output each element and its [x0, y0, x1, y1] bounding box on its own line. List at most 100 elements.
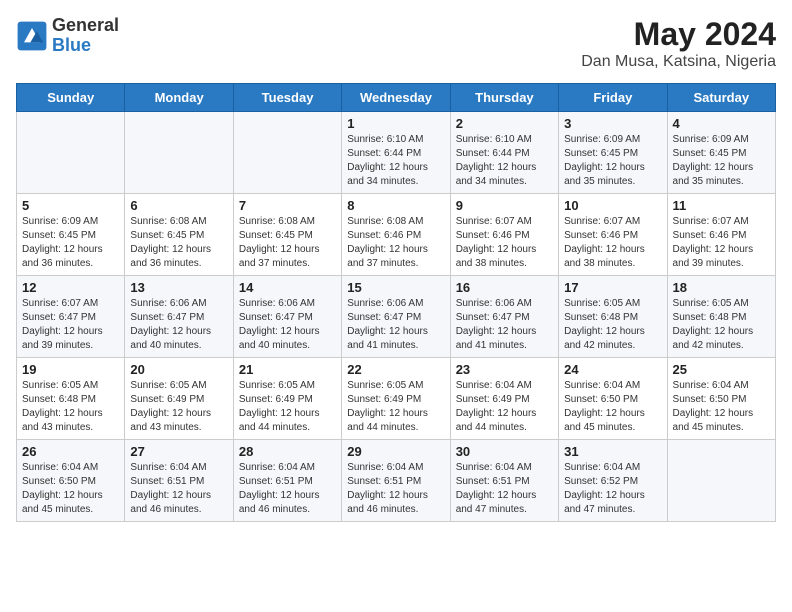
day-number: 24: [564, 362, 661, 377]
calendar-cell: 27Sunrise: 6:04 AM Sunset: 6:51 PM Dayli…: [125, 440, 233, 522]
location-subtitle: Dan Musa, Katsina, Nigeria: [581, 53, 776, 71]
calendar-cell: 14 Sunrise: 6:06 AM Sunset: 6:47 PM Dayli…: [233, 276, 341, 358]
logo-text: General Blue: [52, 16, 119, 56]
day-info: Sunrise: 6:04 AM Sunset: 6:49 PM Dayligh…: [456, 379, 553, 435]
day-number: 23: [456, 362, 553, 377]
day-number: 18: [673, 280, 770, 295]
day-number: 14: [239, 280, 336, 295]
day-info: Sunrise: 6:09 AM Sunset: 6:45 PM Dayligh…: [673, 133, 770, 189]
day-header-thursday: Thursday: [450, 84, 558, 112]
day-number: 5: [22, 198, 119, 213]
day-number: 3: [564, 116, 661, 131]
calendar-cell: 6 Sunrise: 6:08 AM Sunset: 6:45 PM Daylig…: [125, 194, 233, 276]
calendar-table: SundayMondayTuesdayWednesdayThursdayFrid…: [16, 83, 776, 522]
calendar-cell: [233, 112, 341, 194]
day-info: Sunrise: 6:06 AM Sunset: 6:47 PM Dayligh…: [347, 297, 444, 353]
calendar-cell: 12 Sunrise: 6:07 AM Sunset: 6:47 PM Dayli…: [17, 276, 125, 358]
calendar-cell: 19Sunrise: 6:05 AM Sunset: 6:48 PM Dayli…: [17, 358, 125, 440]
day-header-monday: Monday: [125, 84, 233, 112]
week-row-3: 12 Sunrise: 6:07 AM Sunset: 6:47 PM Dayli…: [17, 276, 776, 358]
day-info: Sunrise: 6:04 AM Sunset: 6:50 PM Dayligh…: [673, 379, 770, 435]
day-info: Sunrise: 6:05 AM Sunset: 6:48 PM Dayligh…: [564, 297, 661, 353]
calendar-cell: 26Sunrise: 6:04 AM Sunset: 6:50 PM Dayli…: [17, 440, 125, 522]
day-header-sunday: Sunday: [17, 84, 125, 112]
calendar-cell: 20 Sunrise: 6:05 AM Sunset: 6:49 PM Dayli…: [125, 358, 233, 440]
calendar-cell: 18Sunrise: 6:05 AM Sunset: 6:48 PM Dayli…: [667, 276, 775, 358]
calendar-cell: [17, 112, 125, 194]
calendar-cell: 16 Sunrise: 6:06 AM Sunset: 6:47 PM Dayli…: [450, 276, 558, 358]
day-header-saturday: Saturday: [667, 84, 775, 112]
title-block: May 2024 Dan Musa, Katsina, Nigeria: [581, 16, 776, 71]
calendar-cell: 17 Sunrise: 6:05 AM Sunset: 6:48 PM Dayli…: [559, 276, 667, 358]
day-number: 8: [347, 198, 444, 213]
day-number: 21: [239, 362, 336, 377]
day-info: Sunrise: 6:05 AM Sunset: 6:49 PM Dayligh…: [347, 379, 444, 435]
day-info: Sunrise: 6:08 AM Sunset: 6:45 PM Dayligh…: [130, 215, 227, 271]
day-number: 28: [239, 444, 336, 459]
day-info: Sunrise: 6:04 AM Sunset: 6:50 PM Dayligh…: [564, 379, 661, 435]
calendar-cell: 10Sunrise: 6:07 AM Sunset: 6:46 PM Dayli…: [559, 194, 667, 276]
day-info: Sunrise: 6:09 AM Sunset: 6:45 PM Dayligh…: [564, 133, 661, 189]
day-header-tuesday: Tuesday: [233, 84, 341, 112]
day-number: 22: [347, 362, 444, 377]
day-header-wednesday: Wednesday: [342, 84, 450, 112]
day-number: 31: [564, 444, 661, 459]
calendar-cell: [667, 440, 775, 522]
calendar-cell: 7 Sunrise: 6:08 AM Sunset: 6:45 PM Daylig…: [233, 194, 341, 276]
day-number: 9: [456, 198, 553, 213]
day-info: Sunrise: 6:08 AM Sunset: 6:45 PM Dayligh…: [239, 215, 336, 271]
day-number: 7: [239, 198, 336, 213]
week-row-5: 26Sunrise: 6:04 AM Sunset: 6:50 PM Dayli…: [17, 440, 776, 522]
day-number: 20: [130, 362, 227, 377]
week-row-4: 19Sunrise: 6:05 AM Sunset: 6:48 PM Dayli…: [17, 358, 776, 440]
calendar-cell: 22 Sunrise: 6:05 AM Sunset: 6:49 PM Dayli…: [342, 358, 450, 440]
day-number: 16: [456, 280, 553, 295]
calendar-cell: 15 Sunrise: 6:06 AM Sunset: 6:47 PM Dayli…: [342, 276, 450, 358]
day-number: 10: [564, 198, 661, 213]
day-info: Sunrise: 6:08 AM Sunset: 6:46 PM Dayligh…: [347, 215, 444, 271]
calendar-cell: 30Sunrise: 6:04 AM Sunset: 6:51 PM Dayli…: [450, 440, 558, 522]
day-info: Sunrise: 6:06 AM Sunset: 6:47 PM Dayligh…: [239, 297, 336, 353]
calendar-cell: 24 Sunrise: 6:04 AM Sunset: 6:50 PM Dayli…: [559, 358, 667, 440]
calendar-cell: 1Sunrise: 6:10 AM Sunset: 6:44 PM Daylig…: [342, 112, 450, 194]
day-info: Sunrise: 6:05 AM Sunset: 6:49 PM Dayligh…: [130, 379, 227, 435]
day-info: Sunrise: 6:04 AM Sunset: 6:50 PM Dayligh…: [22, 461, 119, 517]
day-number: 15: [347, 280, 444, 295]
day-number: 6: [130, 198, 227, 213]
day-info: Sunrise: 6:07 AM Sunset: 6:47 PM Dayligh…: [22, 297, 119, 353]
week-row-1: 1Sunrise: 6:10 AM Sunset: 6:44 PM Daylig…: [17, 112, 776, 194]
calendar-cell: 4 Sunrise: 6:09 AM Sunset: 6:45 PM Daylig…: [667, 112, 775, 194]
calendar-cell: 31 Sunrise: 6:04 AM Sunset: 6:52 PM Dayli…: [559, 440, 667, 522]
day-number: 27: [130, 444, 227, 459]
calendar-cell: 11 Sunrise: 6:07 AM Sunset: 6:46 PM Dayli…: [667, 194, 775, 276]
day-number: 30: [456, 444, 553, 459]
day-info: Sunrise: 6:04 AM Sunset: 6:51 PM Dayligh…: [239, 461, 336, 517]
day-info: Sunrise: 6:06 AM Sunset: 6:47 PM Dayligh…: [456, 297, 553, 353]
day-number: 1: [347, 116, 444, 131]
day-number: 17: [564, 280, 661, 295]
calendar-cell: 2Sunrise: 6:10 AM Sunset: 6:44 PM Daylig…: [450, 112, 558, 194]
day-info: Sunrise: 6:07 AM Sunset: 6:46 PM Dayligh…: [673, 215, 770, 271]
day-info: Sunrise: 6:04 AM Sunset: 6:51 PM Dayligh…: [347, 461, 444, 517]
calendar-cell: 23 Sunrise: 6:04 AM Sunset: 6:49 PM Dayli…: [450, 358, 558, 440]
day-info: Sunrise: 6:06 AM Sunset: 6:47 PM Dayligh…: [130, 297, 227, 353]
page-header: General Blue May 2024 Dan Musa, Katsina,…: [16, 16, 776, 71]
day-info: Sunrise: 6:04 AM Sunset: 6:52 PM Dayligh…: [564, 461, 661, 517]
calendar-cell: 29 Sunrise: 6:04 AM Sunset: 6:51 PM Dayli…: [342, 440, 450, 522]
calendar-cell: 5 Sunrise: 6:09 AM Sunset: 6:45 PM Daylig…: [17, 194, 125, 276]
calendar-cell: 28 Sunrise: 6:04 AM Sunset: 6:51 PM Dayli…: [233, 440, 341, 522]
days-header-row: SundayMondayTuesdayWednesdayThursdayFrid…: [17, 84, 776, 112]
calendar-cell: 9Sunrise: 6:07 AM Sunset: 6:46 PM Daylig…: [450, 194, 558, 276]
week-row-2: 5 Sunrise: 6:09 AM Sunset: 6:45 PM Daylig…: [17, 194, 776, 276]
day-number: 13: [130, 280, 227, 295]
logo: General Blue: [16, 16, 119, 56]
calendar-cell: [125, 112, 233, 194]
day-number: 29: [347, 444, 444, 459]
day-number: 19: [22, 362, 119, 377]
day-info: Sunrise: 6:05 AM Sunset: 6:49 PM Dayligh…: [239, 379, 336, 435]
day-number: 12: [22, 280, 119, 295]
day-number: 11: [673, 198, 770, 213]
day-number: 4: [673, 116, 770, 131]
logo-general-text: General: [52, 16, 119, 36]
day-info: Sunrise: 6:09 AM Sunset: 6:45 PM Dayligh…: [22, 215, 119, 271]
